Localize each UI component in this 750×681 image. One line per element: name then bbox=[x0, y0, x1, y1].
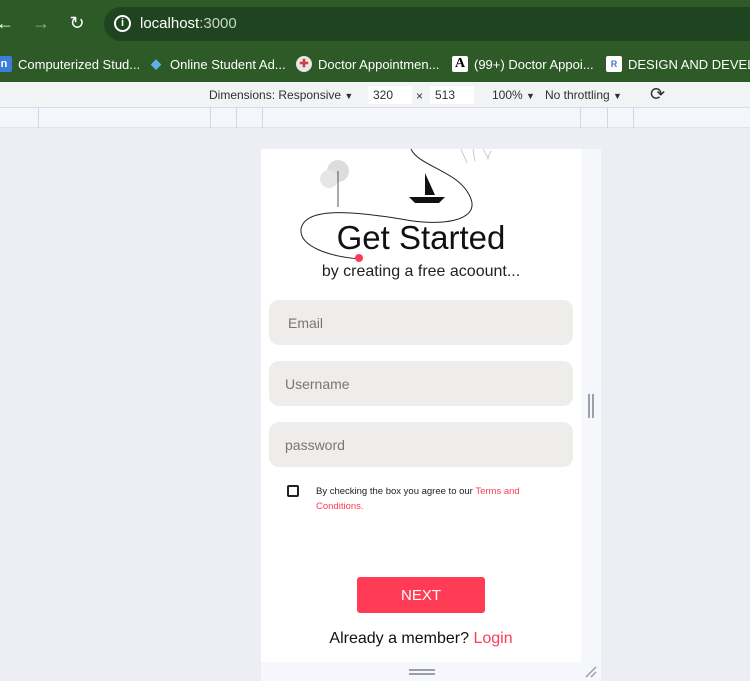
media-query-ruler bbox=[0, 108, 750, 128]
resize-corner-icon[interactable] bbox=[585, 666, 597, 678]
bookmark-label: Online Student Ad... bbox=[170, 56, 286, 72]
back-arrow-icon[interactable]: ← bbox=[0, 12, 16, 34]
address-bar[interactable]: i localhost:3000 bbox=[104, 7, 750, 41]
cloud-shape bbox=[320, 170, 338, 188]
email-input[interactable] bbox=[269, 300, 573, 345]
width-input[interactable]: 320 bbox=[368, 86, 412, 104]
bookmark-label: Doctor Appointmen... bbox=[318, 56, 440, 72]
bookmark-design-development[interactable]: R DESIGN AND DEVEL... bbox=[606, 53, 750, 75]
document-icon: R bbox=[606, 56, 622, 72]
ruler-tick bbox=[210, 108, 211, 128]
drupal-icon: ◆ bbox=[151, 56, 161, 71]
ruler-tick bbox=[633, 108, 634, 128]
terms-checkbox[interactable] bbox=[287, 485, 299, 497]
page-title: Get Started bbox=[336, 219, 506, 256]
height-input[interactable]: 513 bbox=[430, 86, 474, 104]
sailboat-icon bbox=[425, 173, 435, 195]
throttling-label: No throttling bbox=[545, 88, 610, 102]
bookmark-computerized-student[interactable]: n Computerized Stud... bbox=[0, 53, 140, 75]
password-input[interactable] bbox=[269, 422, 573, 467]
ruler-tick bbox=[580, 108, 581, 128]
ruler-tick bbox=[262, 108, 263, 128]
bookmark-label: DESIGN AND DEVEL... bbox=[628, 56, 750, 72]
resize-handle-right[interactable] bbox=[588, 394, 594, 418]
dimensions-label: Dimensions: Responsive bbox=[209, 88, 342, 102]
chevron-down-icon: ▼ bbox=[613, 91, 622, 101]
zoom-dropdown[interactable]: 100% ▼ bbox=[492, 88, 535, 102]
login-prompt: Already a member? Login bbox=[261, 630, 581, 648]
throttling-dropdown[interactable]: No throttling ▼ bbox=[545, 88, 622, 102]
bookmark-academia[interactable]: A (99+) Doctor Appoi... bbox=[452, 53, 594, 75]
next-button[interactable]: NEXT bbox=[357, 577, 485, 613]
resize-handle-bottom[interactable] bbox=[409, 669, 435, 675]
member-text: Already a member? bbox=[329, 630, 474, 647]
url-port: :3000 bbox=[199, 15, 237, 32]
bookmarks-bar: n Computerized Stud... ◆ Online Student … bbox=[0, 47, 750, 82]
dimension-separator: × bbox=[416, 89, 424, 103]
boat-hull bbox=[409, 197, 445, 203]
device-toolbar: Dimensions: Responsive ▼ 320 × 513 100% … bbox=[0, 82, 750, 108]
url-host: localhost bbox=[140, 15, 200, 32]
bookmark-label: (99+) Doctor Appoi... bbox=[474, 56, 594, 72]
bookmark-label: Computerized Stud... bbox=[18, 56, 141, 72]
page-subtitle: by creating a free acoount... bbox=[321, 263, 521, 280]
rotate-icon[interactable]: ⟳ bbox=[650, 84, 665, 105]
bookmark-online-student[interactable]: ◆ Online Student Ad... bbox=[148, 53, 286, 75]
info-icon[interactable]: i bbox=[114, 15, 131, 32]
ruler-tick bbox=[38, 108, 39, 128]
doctor-icon: ✚ bbox=[296, 56, 312, 72]
n-logo-icon: n bbox=[0, 56, 12, 72]
zoom-label: 100% bbox=[492, 88, 523, 102]
chevron-down-icon: ▼ bbox=[526, 91, 535, 101]
username-input[interactable] bbox=[269, 361, 573, 406]
mobile-viewport: Get Started by creating a free acoount..… bbox=[261, 149, 581, 662]
hatch-lines bbox=[460, 149, 492, 164]
terms-prefix: By checking the box you agree to our bbox=[316, 486, 476, 497]
bookmark-doctor-appointment[interactable]: ✚ Doctor Appointmen... bbox=[296, 53, 439, 75]
browser-toolbar: ← → ↻ i localhost:3000 bbox=[0, 0, 750, 47]
url-text[interactable]: localhost:3000 bbox=[140, 15, 237, 32]
ruler-tick bbox=[607, 108, 608, 128]
forward-arrow-icon[interactable]: → bbox=[30, 12, 52, 34]
chevron-down-icon: ▼ bbox=[344, 91, 354, 101]
reload-icon[interactable]: ↻ bbox=[66, 12, 88, 34]
ruler-tick bbox=[236, 108, 237, 128]
terms-text: By checking the box you agree to our Ter… bbox=[316, 484, 556, 514]
login-link[interactable]: Login bbox=[473, 630, 512, 647]
academia-icon: A bbox=[452, 56, 468, 72]
dimensions-dropdown[interactable]: Dimensions: Responsive ▼ bbox=[209, 88, 353, 102]
